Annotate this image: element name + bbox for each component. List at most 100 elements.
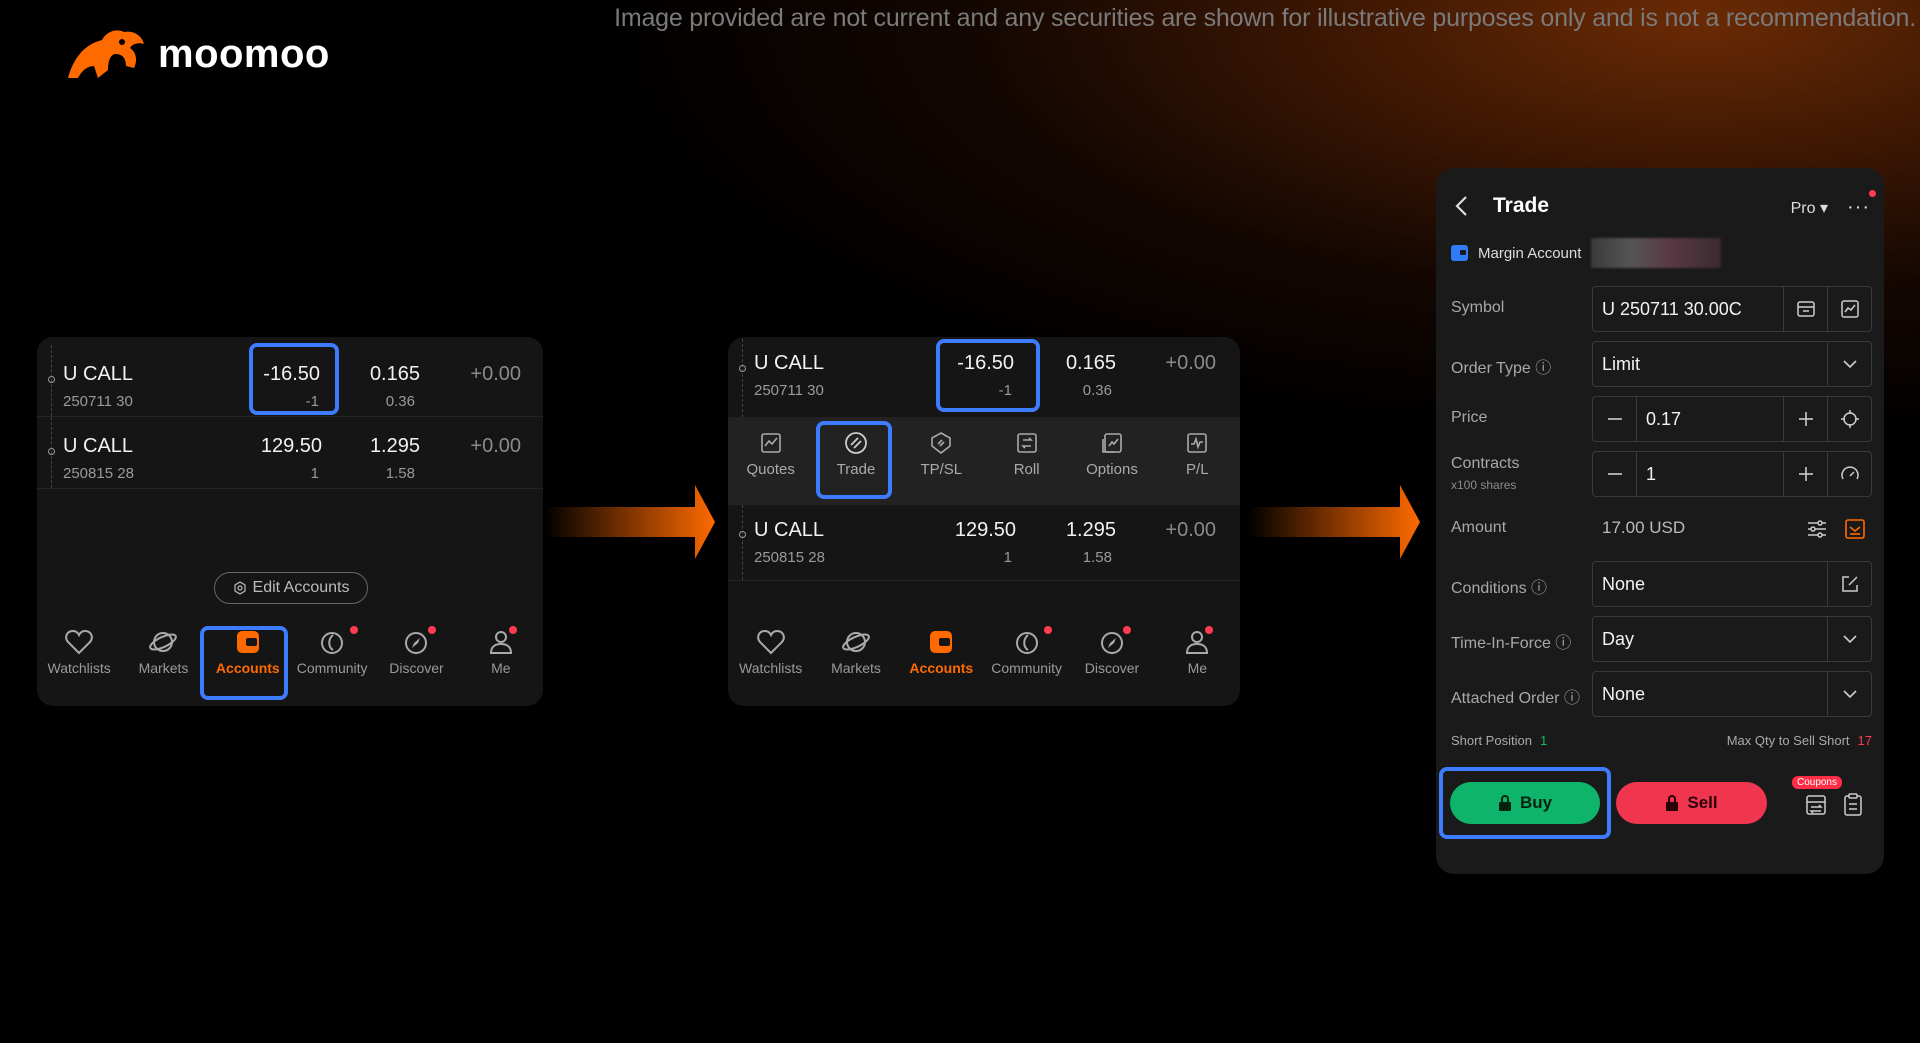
position-qty: 129.50 (954, 519, 1016, 541)
tab-watchlists[interactable]: Watchlists (728, 618, 813, 706)
price-target-button[interactable] (1827, 397, 1871, 441)
price-increment-button[interactable] (1783, 397, 1827, 441)
tif-label: Time-In-Force ⓘ (1451, 635, 1572, 652)
amount-label: Amount (1451, 519, 1507, 536)
transfer-icon[interactable] (1804, 793, 1828, 817)
tab-label: Discover (1084, 660, 1140, 676)
action-quotes[interactable]: Quotes (728, 417, 813, 505)
position-row[interactable]: U CALL 250815 28 129.50 1 1.295 1.58 +0.… (728, 505, 1240, 581)
contracts-input[interactable]: 1 (1637, 464, 1783, 485)
option-chain-button[interactable] (1783, 287, 1827, 331)
highlight-accounts-tab (200, 626, 288, 700)
contracts-decrement-button[interactable] (1593, 452, 1637, 496)
accounts-panel: U CALL 250711 30 -16.50 -1 0.165 0.36 +0… (37, 337, 543, 706)
minus-icon (1607, 418, 1622, 420)
conditions-field[interactable]: None (1592, 561, 1872, 607)
tab-label: Discover (389, 660, 444, 676)
tab-community[interactable]: Community (984, 618, 1069, 706)
action-tpsl[interactable]: TP/SL (899, 417, 984, 505)
action-options[interactable]: Options (1069, 417, 1154, 505)
back-arrow-icon[interactable] (1452, 194, 1472, 218)
price-decrement-button[interactable] (1593, 397, 1637, 441)
symbol-field[interactable]: U 250711 30.00C (1592, 286, 1872, 332)
compass-icon (1100, 632, 1123, 654)
account-name: Margin Account (1478, 244, 1582, 262)
tab-label: Community (296, 660, 368, 676)
chevron-down-icon[interactable] (1827, 672, 1871, 716)
chevron-down-icon[interactable] (1827, 617, 1871, 661)
contracts-stepper[interactable]: 1 (1592, 451, 1872, 497)
more-button[interactable]: ··· (1847, 196, 1870, 219)
minus-icon (1607, 473, 1622, 475)
tab-accounts[interactable]: Accounts (899, 618, 984, 706)
disclaimer: Image provided are not current and any s… (614, 4, 1916, 32)
contracts-gauge-button[interactable] (1827, 452, 1871, 496)
bull-logo-icon (68, 30, 144, 79)
tab-markets[interactable]: Markets (813, 618, 898, 706)
highlight-buy-button (1439, 767, 1611, 839)
tab-discover[interactable]: Discover (1069, 618, 1154, 706)
trade-title: Trade (1493, 194, 1550, 217)
shield-icon (931, 432, 952, 455)
position-info: Short Position 1 Max Qty to Sell Short 17 (1451, 733, 1872, 748)
gear-icon (233, 581, 246, 595)
tab-me[interactable]: Me (1155, 618, 1240, 706)
tab-me[interactable]: Me (459, 618, 543, 706)
order-type-value: Limit (1602, 353, 1641, 374)
position-dot (48, 376, 55, 383)
position-expiry: 250815 28 (63, 465, 134, 482)
chevron-down-icon[interactable] (1827, 342, 1871, 386)
sell-button[interactable]: Sell (1616, 782, 1767, 824)
price-stepper[interactable]: 0.17 (1592, 396, 1872, 442)
attached-order-select[interactable]: None (1592, 671, 1872, 717)
order-type-select[interactable]: Limit (1592, 341, 1872, 387)
plus-icon (1798, 467, 1813, 481)
coupons-badge[interactable]: Coupons (1791, 776, 1842, 789)
amount-row: Amount 17.00 USD (1436, 506, 1884, 552)
chart-icon (1840, 300, 1859, 318)
position-symbol: U CALL (754, 519, 825, 541)
position-price: 1.295 (369, 435, 420, 457)
pl-icon (1187, 433, 1208, 453)
notification-dot (1123, 626, 1132, 634)
symbol-label: Symbol (1451, 299, 1505, 316)
position-expiry: 250815 28 (754, 549, 825, 566)
position-price: 0.165 (1065, 352, 1116, 374)
position-change: +0.00 (1165, 519, 1216, 541)
quote-chart-button[interactable] (1827, 287, 1871, 331)
action-pl[interactable]: P/L (1155, 417, 1240, 505)
max-qty-label: Max Qty to Sell Short (1726, 733, 1850, 748)
action-label: Roll (1013, 461, 1040, 478)
notification-dot (1043, 626, 1052, 634)
tab-watchlists[interactable]: Watchlists (37, 618, 121, 706)
contracts-increment-button[interactable] (1783, 452, 1827, 496)
position-dot (739, 531, 746, 538)
position-dot (739, 365, 746, 372)
account-number-redacted (1591, 238, 1722, 268)
account-selector[interactable]: Margin Account (1451, 238, 1722, 268)
arrow-right-icon (545, 485, 715, 559)
lock-icon (1666, 795, 1679, 811)
price-input[interactable]: 0.17 (1637, 409, 1783, 430)
attached-order-row: Attached Order ⓘ None (1436, 671, 1884, 717)
position-row[interactable]: U CALL 250815 28 129.50 1 1.295 1.58 +0.… (37, 417, 543, 489)
action-roll[interactable]: Roll (984, 417, 1069, 505)
tab-discover[interactable]: Discover (374, 618, 458, 706)
options-icon (1102, 433, 1122, 453)
notification-dot (1204, 626, 1213, 634)
sliders-icon[interactable] (1806, 519, 1828, 539)
tif-select[interactable]: Day (1592, 616, 1872, 662)
clipboard-icon[interactable] (1842, 793, 1864, 817)
symbol-row: Symbol U 250711 30.00C (1436, 286, 1884, 332)
tab-community[interactable]: Community (290, 618, 374, 706)
action-label: Quotes (746, 461, 795, 478)
position-dot (48, 448, 55, 455)
position-price-sub: 1.58 (1082, 549, 1112, 566)
edit-conditions-button[interactable] (1827, 562, 1871, 606)
pro-dropdown[interactable]: Pro ▾ (1791, 198, 1828, 218)
tab-markets[interactable]: Markets (121, 618, 205, 706)
amount-value: 17.00 USD (1602, 518, 1686, 537)
edit-accounts-button[interactable]: Edit Accounts (214, 572, 368, 604)
order-calc-icon[interactable] (1844, 518, 1866, 540)
wallet-icon (930, 631, 953, 653)
